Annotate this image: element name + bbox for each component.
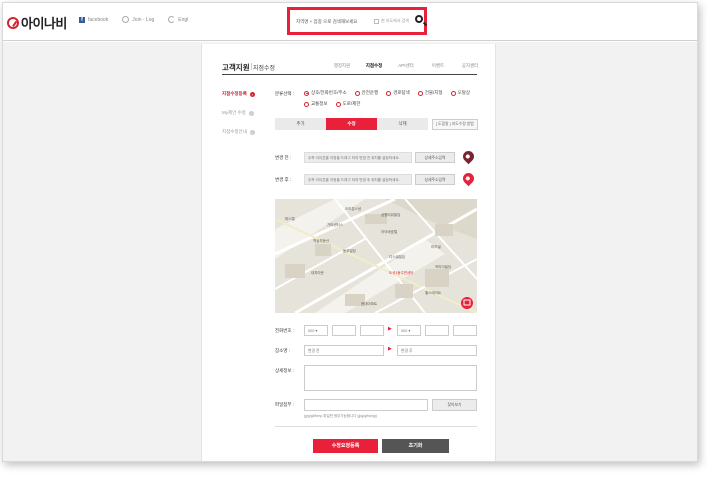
phone-last-after-input[interactable] [453,325,477,336]
after-location-field[interactable]: 우측 아이콘을 지정을 드래그 하여 변경 후 위치를 설정하세요. [304,174,412,185]
help-link[interactable]: [ 도움말 ] 지도수정 방법 [432,119,478,130]
arrow-right-icon: ▶ [388,326,392,332]
before-label: 변경 전 : [275,155,292,160]
phone-label: 전화번호 : [275,328,295,333]
arrow-right-icon: ▶ [388,346,392,352]
phone-prefix-after-select[interactable]: 000 ▾ [397,325,421,336]
radio-category-1[interactable]: 안전운행 [354,90,378,96]
mode-selector: 추가 수정 삭제 [275,118,428,130]
logo-text: 아이나비 [21,16,67,31]
after-label: 변경 후 : [275,177,292,182]
before-pin-icon[interactable] [460,148,477,165]
radio-category-2[interactable]: 경로탐색 [386,90,410,96]
file-browse-button[interactable]: 찾아보기 [432,399,477,411]
language-link[interactable]: Engl [168,16,188,23]
chevron-right-icon: › [249,91,255,97]
title-divider [251,63,252,70]
category-label: 분류선택 : [275,91,295,96]
after-address-button[interactable]: 상세주소입력 [415,174,455,185]
facebook-icon: f [79,16,85,23]
chevron-right-icon: › [249,129,255,135]
tab-3[interactable]: 이벤트 [422,63,454,69]
radio-icon [354,90,360,96]
top-links: f facebook Join · Log Engl [79,16,188,23]
tab-2[interactable]: API센터 [390,63,422,69]
globe-icon [168,16,176,23]
place-name-after-input[interactable]: 변경 후 [397,345,477,356]
radio-icon [417,90,423,96]
mode-delete-button[interactable]: 삭제 [377,118,428,130]
tab-4[interactable]: 공지센터 [454,63,486,69]
detail-textarea[interactable] [304,365,477,391]
join-link[interactable]: Join · Log [122,16,154,23]
phone-last-before-input[interactable] [360,325,384,336]
phone-mid-before-input[interactable] [332,325,356,336]
radio-category-0[interactable]: 상호/전화번호/주소 [304,90,347,96]
search-input[interactable]: 지역명 + 업종 으로 검색해보세요 [296,19,357,25]
before-location-field[interactable]: 우측 아이콘을 지정을 드래그 하여 변경 전 위치를 설정하세요. [304,152,412,163]
browser-window: 아이나비 f facebook Join · Log Engl 지역명 + 업종… [2,2,698,462]
file-label: 파일첨부 : [275,402,295,407]
tab-0[interactable]: 행정지원 [326,63,358,69]
content-panel: 고객지원 지점수정 행정지원 지점수정 API센터 이벤트 공지센터 지점수정등… [201,44,496,461]
file-hint: (jpg/gif/bmp 파일만 첨부가능합니다 (jpg/gif/png)) [304,414,378,418]
place-name-label: 장소명 : [275,348,290,353]
sidebar-item-my-edits[interactable]: My제안 수정 › [222,110,254,116]
top-header: 아이나비 f facebook Join · Log Engl 지역명 + 업종… [3,3,697,41]
form-divider [275,426,477,427]
radio-icon [304,101,309,107]
radio-category-4[interactable]: 오탈상 [450,90,470,96]
map-canvas [275,199,477,313]
category-radios-row2: 교통정보 도로/제한 [304,101,360,107]
radio-category-6[interactable]: 도로/제한 [335,101,360,107]
radio-checked-icon [304,90,309,96]
sidebar-item-register[interactable]: 지점수정등록 › [222,91,255,97]
submit-button[interactable]: 수정요청등록 [313,439,378,453]
checkbox-icon [374,18,379,24]
radio-icon [386,90,392,96]
category-radios-row1: 상호/전화번호/주소 안전운행 경로탐색 건물/지형 오탈상 [304,90,470,96]
reset-button[interactable]: 초기화 [382,439,449,453]
before-address-button[interactable]: 상세주소입력 [415,152,455,163]
sub-tabs: 행정지원 지점수정 API센터 이벤트 공지센터 [326,63,486,69]
facebook-link[interactable]: f facebook [79,16,108,23]
detail-label: 상세정보 : [275,368,295,373]
file-path-input[interactable] [304,399,428,411]
page-title: 고객지원 [222,63,250,72]
phone-mid-after-input[interactable] [425,325,449,336]
mode-add-button[interactable]: 추가 [275,118,326,130]
user-icon [122,16,130,23]
phone-prefix-before-select[interactable]: 000 ▾ [304,325,328,336]
place-name-before-input[interactable]: 변경 전 [304,345,384,356]
radio-icon [450,90,456,96]
map-view[interactable]: 오리온스센 삼원타워빌딩 가야센터스 아이바호텔 역삼부동산 파스텔 동부빌딩 … [275,199,477,313]
title-underline [222,74,477,75]
search-bar: 지역명 + 업종 으로 검색해보세요 현 지도에서 검색 [287,7,427,35]
search-in-map-option[interactable]: 현 지도에서 검색 [374,18,409,24]
radio-category-5[interactable]: 교통정보 [304,101,328,107]
mode-edit-button[interactable]: 수정 [326,118,377,130]
radio-icon [335,101,341,107]
chevron-right-icon: › [248,110,254,116]
logo-mark-icon [7,16,19,29]
sidebar-item-guide[interactable]: 지점수정안내 › [222,129,255,135]
radio-category-3[interactable]: 건물/지형 [417,90,443,96]
tab-1[interactable]: 지점수정 [358,63,390,69]
logo[interactable]: 아이나비 [7,13,67,32]
page-subtitle: 지점수정 [253,66,276,72]
search-icon[interactable] [415,15,423,23]
after-pin-icon[interactable] [460,170,477,187]
